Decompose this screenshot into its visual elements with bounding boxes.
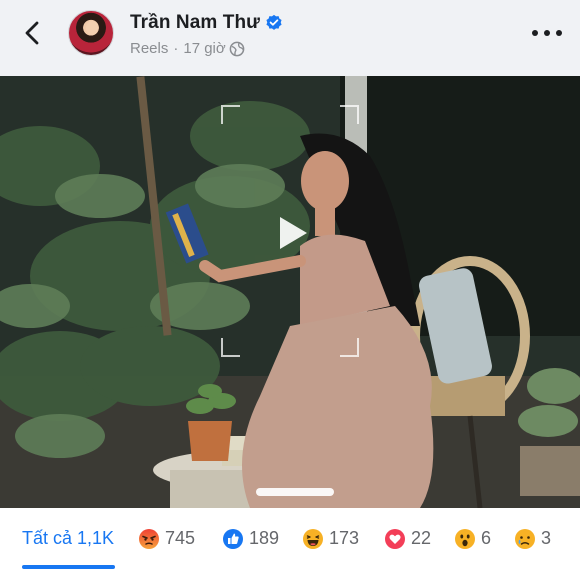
angry-emoji-icon bbox=[139, 528, 159, 549]
reaction-count-sad: 3 bbox=[541, 528, 552, 548]
avatar[interactable] bbox=[68, 10, 114, 56]
tab-reaction-love[interactable]: 22 bbox=[384, 508, 431, 569]
reactions-bar: Tất cả 1,1K 745 189 173 22 6 3 bbox=[0, 508, 580, 569]
more-dot bbox=[544, 30, 550, 36]
video-progress-handle[interactable] bbox=[256, 488, 334, 496]
post-header: Trần Nam Thư Reels · 17 giờ bbox=[0, 0, 580, 76]
tab-reaction-like[interactable]: 189 bbox=[222, 508, 279, 569]
tab-all-label: Tất cả 1,1K bbox=[22, 528, 115, 548]
tab-reaction-angry[interactable]: 745 bbox=[138, 508, 195, 569]
reaction-count-like: 189 bbox=[249, 528, 280, 548]
meta-time[interactable]: 17 giờ bbox=[183, 40, 225, 57]
tab-reaction-wow[interactable]: 6 bbox=[454, 508, 491, 569]
active-tab-indicator bbox=[22, 565, 115, 569]
reaction-count-angry: 745 bbox=[165, 528, 196, 548]
meta-source[interactable]: Reels bbox=[130, 40, 168, 57]
reel-video[interactable] bbox=[0, 76, 580, 508]
sad-emoji-icon bbox=[515, 528, 535, 549]
reaction-count-haha: 173 bbox=[329, 528, 360, 548]
haha-emoji-icon bbox=[303, 528, 323, 549]
verified-badge-icon bbox=[266, 14, 282, 30]
meta-separator: · bbox=[173, 40, 179, 57]
love-icon bbox=[385, 528, 405, 549]
tab-all-reactions[interactable]: Tất cả 1,1K bbox=[22, 508, 114, 569]
more-options-button[interactable] bbox=[532, 26, 562, 40]
post-meta: Reels · 17 giờ bbox=[130, 40, 245, 57]
reel-frame-illustration bbox=[0, 76, 580, 508]
wow-emoji-icon bbox=[455, 528, 475, 549]
more-dot bbox=[532, 30, 538, 36]
tab-reaction-haha[interactable]: 173 bbox=[302, 508, 359, 569]
author-row: Trần Nam Thư bbox=[130, 12, 283, 34]
globe-icon bbox=[229, 41, 245, 56]
tab-reaction-sad[interactable]: 3 bbox=[514, 508, 551, 569]
chevron-left-icon bbox=[25, 21, 39, 45]
reaction-count-love: 22 bbox=[411, 528, 432, 548]
avatar-face bbox=[86, 21, 98, 35]
like-icon bbox=[223, 528, 243, 549]
play-icon[interactable] bbox=[276, 214, 310, 252]
more-dot bbox=[556, 30, 562, 36]
author-name[interactable]: Trần Nam Thư bbox=[130, 12, 260, 34]
reaction-count-wow: 6 bbox=[481, 528, 492, 548]
back-button[interactable] bbox=[18, 18, 46, 48]
